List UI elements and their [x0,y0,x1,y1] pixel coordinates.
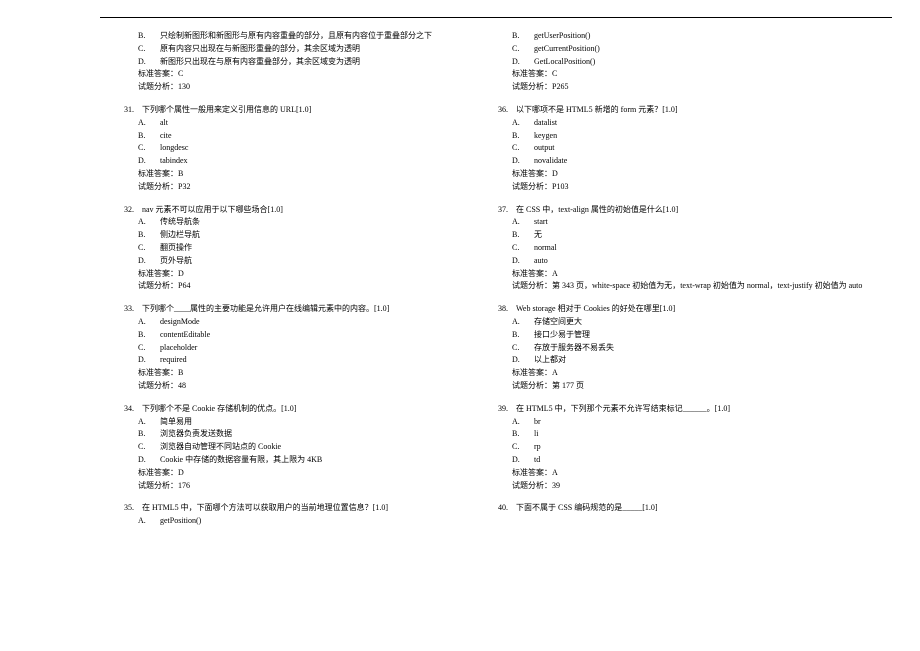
analysis-line: 试题分析：130 [124,81,464,94]
option-letter: C. [138,43,160,56]
question-35: 35.在 HTML5 中，下面哪个方法可以获取用户的当前地理位置信息？[1.0]… [124,502,464,528]
question-partial-top-left: B.只绘制新图形和新图形与原有内容重叠的部分，且原有内容位于重叠部分之下 C.原… [124,30,464,94]
option-row: C.原有内容只出现在与新图形重叠的部分，其余区域为透明 [124,43,464,56]
question-36: 36.以下哪项不是 HTML5 新增的 form 元素？[1.0] A.data… [498,104,898,194]
question-40: 40.下面不属于 CSS 编码规范的是_____[1.0] [498,502,898,515]
question-partial-top-right: B.getUserPosition() C.getCurrentPosition… [498,30,898,94]
option-letter: B. [138,30,160,43]
column-right: B.getUserPosition() C.getCurrentPosition… [498,30,898,525]
question-title: 下列哪个属性一般用来定义引用信息的 URL[1.0] [142,104,311,117]
option-text: 原有内容只出现在与新图形重叠的部分，其余区域为透明 [160,43,360,56]
option-row: D.新图形只出现在与原有内容重叠部分，其余区域变为透明 [124,56,464,69]
question-38: 38.Web storage 相对于 Cookies 的好处在哪里[1.0] A… [498,303,898,393]
answer-line: 标准答案：C [124,68,464,81]
option-text: 只绘制新图形和新图形与原有内容重叠的部分，且原有内容位于重叠部分之下 [160,30,432,43]
column-left: B.只绘制新图形和新图形与原有内容重叠的部分，且原有内容位于重叠部分之下 C.原… [124,30,464,538]
question-37: 37.在 CSS 中，text-align 属性的初始值是什么[1.0] A.s… [498,204,898,294]
top-divider [100,17,892,18]
question-33: 33.下列哪个____属性的主要功能是允许用户在线编辑元素中的内容。[1.0] … [124,303,464,393]
option-text: 新图形只出现在与原有内容重叠部分，其余区域变为透明 [160,56,360,69]
question-32: 32.nav 元素不可以应用于以下哪些场合[1.0] A.传统导航条 B.侧边栏… [124,204,464,294]
question-34: 34.下列哪个不是 Cookie 存储机制的优点。[1.0] A.简单易用 B.… [124,403,464,493]
question-number: 31. [124,104,142,117]
question-31: 31.下列哪个属性一般用来定义引用信息的 URL[1.0] A.alt B.ci… [124,104,464,194]
option-letter: D. [138,56,160,69]
question-39: 39.在 HTML5 中，下列那个元素不允许写结束标记______。[1.0] … [498,403,898,493]
option-row: B.只绘制新图形和新图形与原有内容重叠的部分，且原有内容位于重叠部分之下 [124,30,464,43]
